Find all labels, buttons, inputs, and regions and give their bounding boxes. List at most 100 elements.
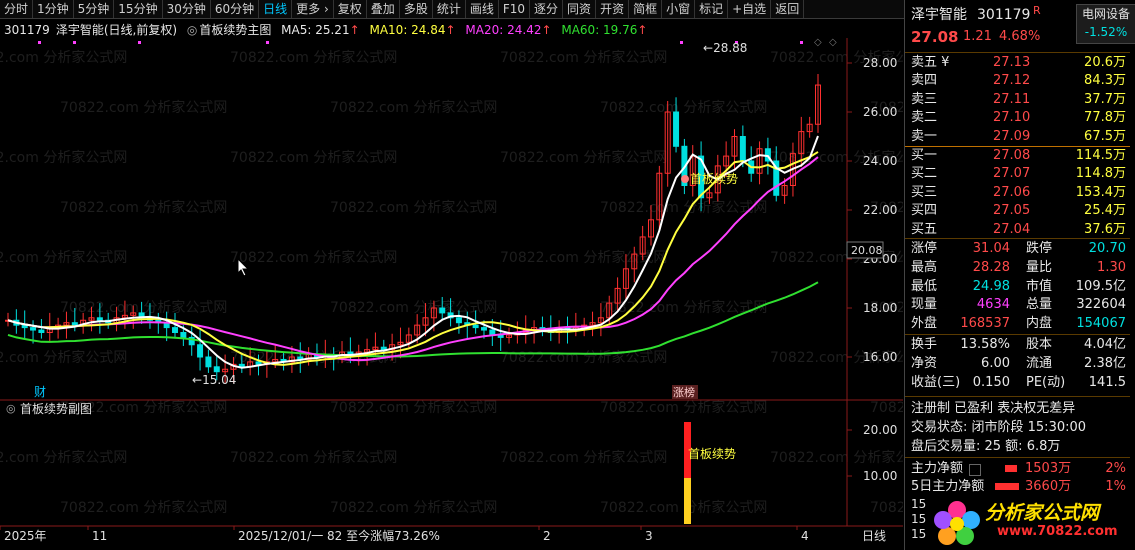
bids-price: 27.06 — [993, 184, 1031, 200]
asks-row[interactable]: 卖五 ¥ 27.13 20.6万 — [905, 54, 1130, 72]
bids-price: 27.08 — [993, 148, 1031, 163]
last-price: 27.08 — [911, 28, 959, 46]
asks-volume: 84.3万 — [1084, 73, 1126, 89]
expand-icon[interactable]: ◇ — [829, 38, 837, 48]
bids-row[interactable]: 买五 27.04 37.6万 — [905, 221, 1130, 239]
price-change-pct: 4.68% — [999, 29, 1041, 44]
watermark-text: 70822.com 分析家公式网 — [330, 199, 497, 216]
bids-row[interactable]: 买三 27.06 153.4万 — [905, 184, 1130, 202]
candle — [96, 317, 103, 321]
asks-row[interactable]: 卖三 27.11 37.7万 — [905, 91, 1130, 109]
diamond-icon[interactable]: ◇ — [814, 38, 822, 48]
toolbar-item-4[interactable]: 30分钟 — [163, 0, 211, 18]
watermark-text: 70822.com 分析家公式网 — [0, 449, 127, 466]
low-marker: ←15.04 — [192, 373, 236, 387]
toolbar-item-0[interactable]: 分时 — [0, 0, 34, 18]
toolbar-item-19[interactable]: 标记 — [695, 0, 729, 18]
toolbar-item-15[interactable]: 同资 — [563, 0, 597, 18]
toolbar-item-5[interactable]: 60分钟 — [211, 0, 260, 18]
candle — [38, 329, 45, 333]
low-marker-value: 15.04 — [202, 373, 236, 387]
asks-row[interactable]: 卖二 27.10 77.8万 — [905, 109, 1130, 127]
asks-price: 27.09 — [993, 128, 1031, 144]
toolbar-item-9[interactable]: 叠加 — [367, 0, 400, 18]
mouse-cursor-icon — [237, 258, 250, 277]
toolbar-item-20[interactable]: +自选 — [728, 0, 772, 18]
candle — [197, 344, 204, 358]
period-label: (日线,前复权) — [103, 23, 178, 37]
toolbar-item-1[interactable]: 1分钟 — [33, 0, 74, 18]
toolbar-item-18[interactable]: 小窗 — [662, 0, 696, 18]
fin-tag[interactable]: 财 — [34, 385, 46, 399]
stock-code: 301179 — [4, 23, 50, 37]
fund-label: 收益(三) — [911, 374, 961, 390]
asks-volume: 77.8万 — [1084, 110, 1126, 126]
toolbar-item-3[interactable]: 15分钟 — [114, 0, 163, 18]
main-flow-bar — [1005, 465, 1017, 472]
candle — [180, 332, 187, 338]
bids-volume: 114.5万 — [1075, 148, 1126, 163]
toolbar-item-10[interactable]: 多股 — [400, 0, 433, 18]
watermark-text: 70822.com 分析家公式网 — [870, 399, 903, 416]
stats-value: 31.04 — [972, 241, 1010, 256]
fund-label: 净资 — [911, 355, 938, 371]
chart-header: 301179 泽宇智能(日线,前复权) ◎ 首板续势主图 MA5: 25.21↑ M… — [4, 23, 648, 37]
watermark-text: 70822.com 分析家公式网 — [600, 199, 767, 216]
toolbar-item-11[interactable]: 统计 — [433, 0, 466, 18]
watermark-text: 70822.com 分析家公式网 — [870, 499, 903, 516]
ma10-label: MA10: 24.84 — [369, 23, 446, 37]
fund-label2: 流通 — [1026, 355, 1053, 371]
logo-url: www.70822.com — [997, 524, 1118, 539]
zt-tag[interactable]: 涨榜 — [673, 385, 695, 399]
time-label: 2025年 — [4, 529, 47, 543]
bids-row[interactable]: 买一 27.08 114.5万 — [905, 147, 1130, 165]
fund-value2: 141.5 — [1088, 374, 1126, 390]
toolbar-item-6[interactable]: 日线 — [259, 0, 293, 18]
period-button[interactable]: 日线 — [862, 529, 886, 543]
asks-row[interactable]: 卖一 27.09 67.5万 — [905, 128, 1130, 146]
indicator-name[interactable]: 首板续势主图 — [199, 23, 271, 37]
stats-value: 24.98 — [972, 278, 1010, 294]
stats-value2: 322604 — [1076, 297, 1126, 313]
toolbar-item-17[interactable]: 简框 — [629, 0, 663, 18]
toolbar-item-2[interactable]: 5分钟 — [74, 0, 115, 18]
watermark-text: 70822.com 分析家公式网 — [60, 199, 227, 216]
stats-label: 现量 — [911, 297, 938, 313]
stats-row: 最低 24.98 市值 109.5亿 — [905, 278, 1130, 296]
candle — [439, 307, 446, 314]
fund-value: 0.150 — [972, 374, 1010, 390]
indicator-dropdown-icon[interactable]: ◎ — [187, 23, 197, 37]
kline-chart[interactable]: 70822.com 分析家公式网 70822.com 分析家公式网 70822.co… — [0, 38, 903, 550]
toolbar-item-21[interactable]: 返回 — [771, 0, 805, 18]
toolbar-item-8[interactable]: 复权 — [334, 0, 367, 18]
toolbar-item-14[interactable]: 逐分 — [530, 0, 564, 18]
watermark-text: 70822.com 分析家公式网 — [0, 349, 127, 366]
asks-label: 卖四 — [911, 73, 938, 89]
price-tick: 28.00 — [863, 56, 897, 70]
stats-label: 外盘 — [911, 316, 938, 332]
asks-row[interactable]: 卖四 27.12 84.3万 — [905, 72, 1130, 90]
toolbar-item-16[interactable]: 开资 — [596, 0, 630, 18]
toolbar-item-7[interactable]: 更多 › — [292, 0, 334, 18]
bids-label: 买三 — [911, 184, 938, 200]
bids-row[interactable]: 买四 27.05 25.4万 — [905, 202, 1130, 220]
asks-label: 卖五 ¥ — [911, 55, 950, 70]
top-marker — [73, 41, 76, 44]
main-flow-icon[interactable] — [969, 464, 981, 476]
ma60-line — [7, 281, 819, 358]
watermark-text: 70822.com 分析家公式网 — [500, 49, 667, 66]
stats-row: 最高 28.28 量比 1.30 — [905, 259, 1130, 277]
subchart-collapse-icon[interactable]: ◎ — [6, 402, 16, 415]
stock-name: 泽宇智能 — [55, 23, 104, 37]
toolbar-item-13[interactable]: F10 — [499, 0, 531, 18]
ma5-label: MA5: 25.21 — [281, 23, 350, 37]
toolbar-item-12[interactable]: 画线 — [466, 0, 499, 18]
watermark-text: 70822.com 分析家公式网 — [500, 449, 667, 466]
stats-label2: 市值 — [1026, 278, 1053, 294]
signal-bar-yellow — [684, 478, 691, 524]
stats-label: 最低 — [911, 278, 938, 294]
ma-lines — [7, 135, 819, 369]
stock-notes: 注册制 已盈利 表决权无差异 — [911, 401, 1076, 416]
fund-row: 收益(三) 0.150 PE(动) 141.5 — [905, 374, 1130, 392]
bids-row[interactable]: 买二 27.07 114.8万 — [905, 165, 1130, 183]
